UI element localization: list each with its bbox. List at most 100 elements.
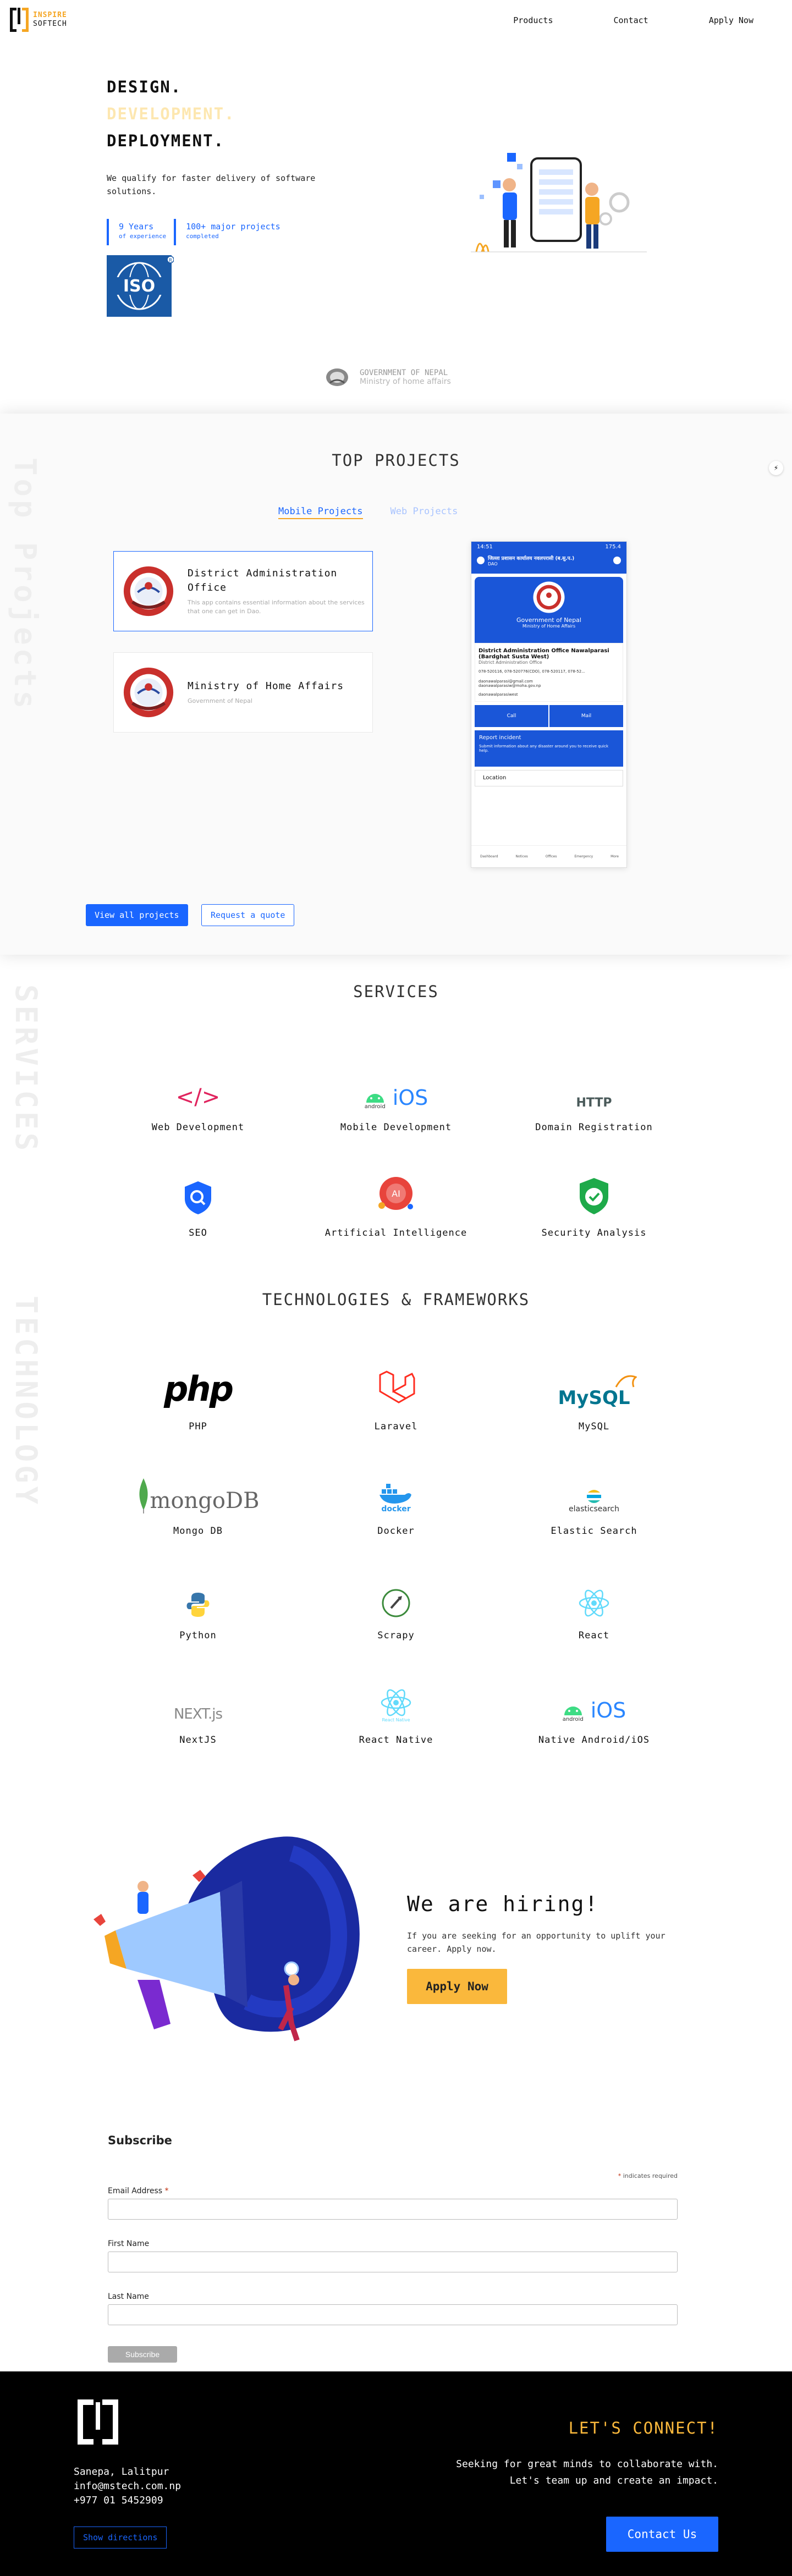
stat-projects: 100+ major projects completed (174, 219, 280, 245)
site-footer: Sanepa, Lalitpur info@mstech.com.np +977… (0, 2371, 792, 2576)
phone-nav-item: Dashboard (480, 855, 498, 858)
phone-emblem-icon (533, 581, 565, 613)
tech-label: React Native (359, 1735, 433, 1746)
subscribe-button[interactable]: Subscribe (108, 2346, 177, 2363)
hero-illustration (471, 153, 647, 252)
tech-native-android-ios: android iOS Native Android/iOS (495, 1673, 693, 1746)
tech-grid: php PHP Laravel MySQL MySQL mongoDB Mong… (99, 1359, 693, 1746)
tech-scrapy: Scrapy (297, 1568, 495, 1641)
service-security-analysis: Security Analysis (495, 1166, 693, 1239)
footer-tagline-line2: Let's team up and create an impact. (509, 2475, 718, 2486)
php-text: php (164, 1369, 234, 1409)
nextjs-logo: NEXT.js (174, 1673, 223, 1722)
hiring-title: We are hiring! (407, 1892, 599, 1916)
tech-react: React (495, 1568, 693, 1641)
tech-react-native: React Native React Native (297, 1673, 495, 1746)
phone-report-sub: Submit information about any disaster ar… (479, 744, 609, 753)
phone-mail-button: Mail (549, 705, 623, 727)
ios-text: iOS (392, 1086, 428, 1110)
tech-laravel: Laravel (297, 1359, 495, 1432)
phone-gov: Government of Nepal (516, 617, 581, 624)
mysql-logo: MySQL (558, 1359, 637, 1409)
app-screenshot: 14:51 175.4 जिल्ला प्रशासन कार्यालय नवलप… (471, 541, 627, 868)
show-directions-button[interactable]: Show directions (74, 2527, 167, 2549)
logo-line2: SOFTECH (33, 20, 67, 28)
security-shield-icon (578, 1166, 610, 1215)
tech-label: Laravel (374, 1421, 418, 1432)
project-desc-moha: Government of Nepal (188, 697, 252, 704)
footer-tagline-line1: Seeking for great minds to collaborate w… (456, 2458, 718, 2470)
stat-projects-value: 100+ major projects (186, 222, 280, 232)
phone-nav-item: More (610, 855, 619, 858)
ai-brain-icon: AI (374, 1166, 418, 1215)
apply-now-button[interactable]: Apply Now (407, 1969, 507, 2004)
company-logo[interactable]: INSPIRE SOFTECH (10, 8, 67, 32)
nepal-emblem-icon (123, 566, 174, 617)
phone-nav-item: Emergency (574, 855, 593, 858)
phone-status-right: 175.4 (605, 544, 621, 550)
request-quote-button[interactable]: Request a quote (201, 904, 295, 926)
tab-web-projects[interactable]: Web Projects (391, 506, 458, 519)
tech-label: Elastic Search (551, 1526, 637, 1537)
lightning-icon[interactable]: ⚡ (769, 461, 783, 475)
project-card-moha[interactable]: Ministry of Home Affairs Government of N… (113, 652, 373, 733)
phone-topbar-sub: DAO (488, 562, 498, 566)
page: INSPIRE SOFTECH Products Contact Apply N… (0, 0, 792, 2576)
top-projects-section: Top Projects TOP PROJECTS Mobile Project… (0, 414, 792, 955)
tech-docker: docker Docker (297, 1464, 495, 1537)
tech-mongodb: mongoDB Mongo DB (99, 1464, 297, 1537)
nav-contact[interactable]: Contact (614, 15, 648, 25)
phone-email1: daonawalparasi@gmail.com (479, 679, 533, 684)
client-strip: GOVERNMENT OF NEPAL Ministry of home aff… (324, 366, 451, 388)
tab-mobile-projects[interactable]: Mobile Projects (278, 506, 363, 519)
view-all-projects-button[interactable]: View all projects (86, 904, 188, 926)
first-name-label: First Name (108, 2239, 150, 2248)
email-label-text: Email Address (108, 2187, 163, 2195)
service-label: Artificial Intelligence (324, 1228, 468, 1239)
service-label: SEO (189, 1228, 207, 1239)
hero-line-design: DESIGN. (107, 78, 182, 96)
tech-label: MySQL (578, 1421, 610, 1432)
contact-us-button[interactable]: Contact Us (606, 2517, 718, 2552)
email-label: Email Address * (108, 2187, 169, 2195)
phone-location: Location (475, 770, 623, 786)
svg-text:AI: AI (392, 1188, 400, 1199)
last-name-field[interactable] (108, 2304, 678, 2325)
project-card-dao[interactable]: District Administration Office This app … (113, 551, 373, 631)
service-seo: SEO (99, 1166, 297, 1239)
python-logo (185, 1568, 211, 1618)
services-grid: </> Web Development android iOS Mobile D… (99, 1060, 693, 1239)
first-name-field[interactable] (108, 2252, 678, 2272)
code-glyph: </> (175, 1085, 221, 1110)
phone-ministry: Ministry of Home Affairs (522, 624, 576, 629)
code-icon: </> (176, 1060, 221, 1110)
nav-products[interactable]: Products (513, 15, 553, 25)
service-label: Mobile Development (340, 1122, 452, 1133)
project-title-moha: Ministry of Home Affairs (188, 680, 344, 692)
service-artificial-intelligence: AI Artificial Intelligence (297, 1166, 495, 1239)
stat-projects-sub: completed (186, 233, 219, 240)
tech-label: Docker (377, 1526, 415, 1537)
elasticsearch-logo: elasticsearch (569, 1464, 619, 1513)
phone-email2: daonawalparasiw@moha.gov.np (479, 684, 541, 688)
services-title: SERVICES (353, 982, 439, 1001)
projects-tabs: Mobile Projects Web Projects (278, 506, 458, 519)
email-field[interactable] (108, 2199, 678, 2220)
nav-apply-now[interactable]: Apply Now (709, 15, 754, 25)
subscribe-title: Subscribe (108, 2134, 172, 2147)
hero-line-deployment: DEPLOYMENT. (107, 131, 225, 150)
hero-stats: 9 Years of experience 100+ major project… (107, 219, 280, 245)
service-mobile-development: android iOS Mobile Development (297, 1060, 495, 1133)
iso-text: ISO (123, 277, 155, 296)
tech-label: React (578, 1630, 610, 1641)
react-logo (578, 1568, 610, 1618)
service-label: Domain Registration (535, 1122, 653, 1133)
footer-email[interactable]: info@mstech.com.np (74, 2479, 181, 2494)
hero-line-development: DEVELOPMENT. (107, 104, 235, 123)
site-header: INSPIRE SOFTECH Products Contact Apply N… (0, 0, 792, 41)
required-note-text: indicates required (623, 2172, 678, 2179)
tech-nextjs: NEXT.js NextJS (99, 1673, 297, 1746)
tech-python: Python (99, 1568, 297, 1641)
react-native-logo: React Native (380, 1673, 413, 1722)
footer-phone[interactable]: +977 01 5452909 (74, 2494, 181, 2508)
